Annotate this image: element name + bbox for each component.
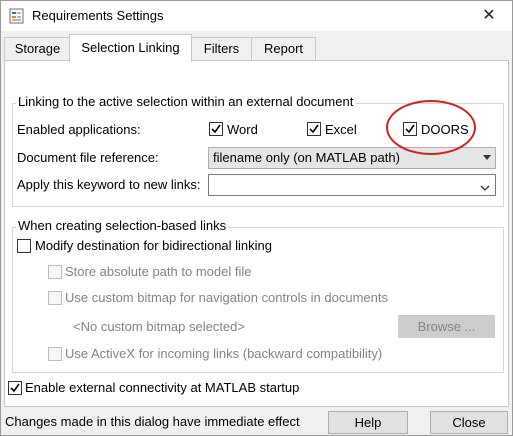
close-button[interactable]: Close (430, 411, 508, 434)
check-icon (211, 124, 221, 134)
help-button[interactable]: Help (328, 411, 408, 434)
excel-label: Excel (325, 122, 357, 137)
group2-legend: When creating selection-based links (16, 218, 229, 233)
enable-external-label: Enable external connectivity at MATLAB s… (25, 380, 300, 395)
requirements-settings-dialog: Requirements Settings ✕ Storage Selectio… (0, 0, 513, 436)
keyword-input[interactable] (208, 174, 496, 196)
dropdown-arrow-icon (483, 155, 491, 160)
doc-ref-value: filename only (on MATLAB path) (213, 150, 400, 165)
enabled-apps-label: Enabled applications: (17, 122, 141, 137)
browse-button[interactable]: Browse ... (398, 315, 495, 338)
store-absolute-path-label: Store absolute path to model file (65, 264, 252, 279)
activex-label: Use ActiveX for incoming links (backward… (65, 346, 383, 361)
modify-destination-checkbox[interactable] (17, 239, 31, 253)
matlab-requirements-icon (9, 8, 25, 24)
tab-selection-linking[interactable]: Selection Linking (69, 34, 192, 62)
doc-ref-label: Document file reference: (17, 150, 159, 165)
annotation-ellipse (386, 100, 476, 155)
check-icon (309, 124, 319, 134)
word-label: Word (227, 122, 258, 137)
status-message: Changes made in this dialog have immedia… (5, 414, 300, 429)
store-absolute-path-checkbox[interactable] (48, 265, 62, 279)
group1-legend: Linking to the active selection within a… (16, 94, 356, 109)
tab-storage[interactable]: Storage (4, 37, 71, 61)
custom-bitmap-label: Use custom bitmap for navigation control… (65, 290, 388, 305)
excel-checkbox[interactable] (307, 122, 321, 136)
enable-external-checkbox[interactable] (8, 381, 22, 395)
window-title: Requirements Settings (32, 8, 164, 23)
title-bar: Requirements Settings ✕ (1, 1, 512, 31)
check-icon (10, 383, 20, 393)
tab-report[interactable]: Report (251, 37, 316, 61)
word-checkbox[interactable] (209, 122, 223, 136)
tab-filters[interactable]: Filters (190, 37, 253, 61)
activex-checkbox[interactable] (48, 347, 62, 361)
chevron-down-icon[interactable] (480, 180, 490, 195)
close-icon[interactable]: ✕ (466, 1, 512, 31)
custom-bitmap-checkbox[interactable] (48, 291, 62, 305)
status-bar: Changes made in this dialog have immedia… (1, 406, 512, 436)
no-bitmap-text: <No custom bitmap selected> (73, 319, 245, 334)
keyword-label: Apply this keyword to new links: (17, 177, 201, 192)
modify-destination-label: Modify destination for bidirectional lin… (35, 238, 273, 253)
